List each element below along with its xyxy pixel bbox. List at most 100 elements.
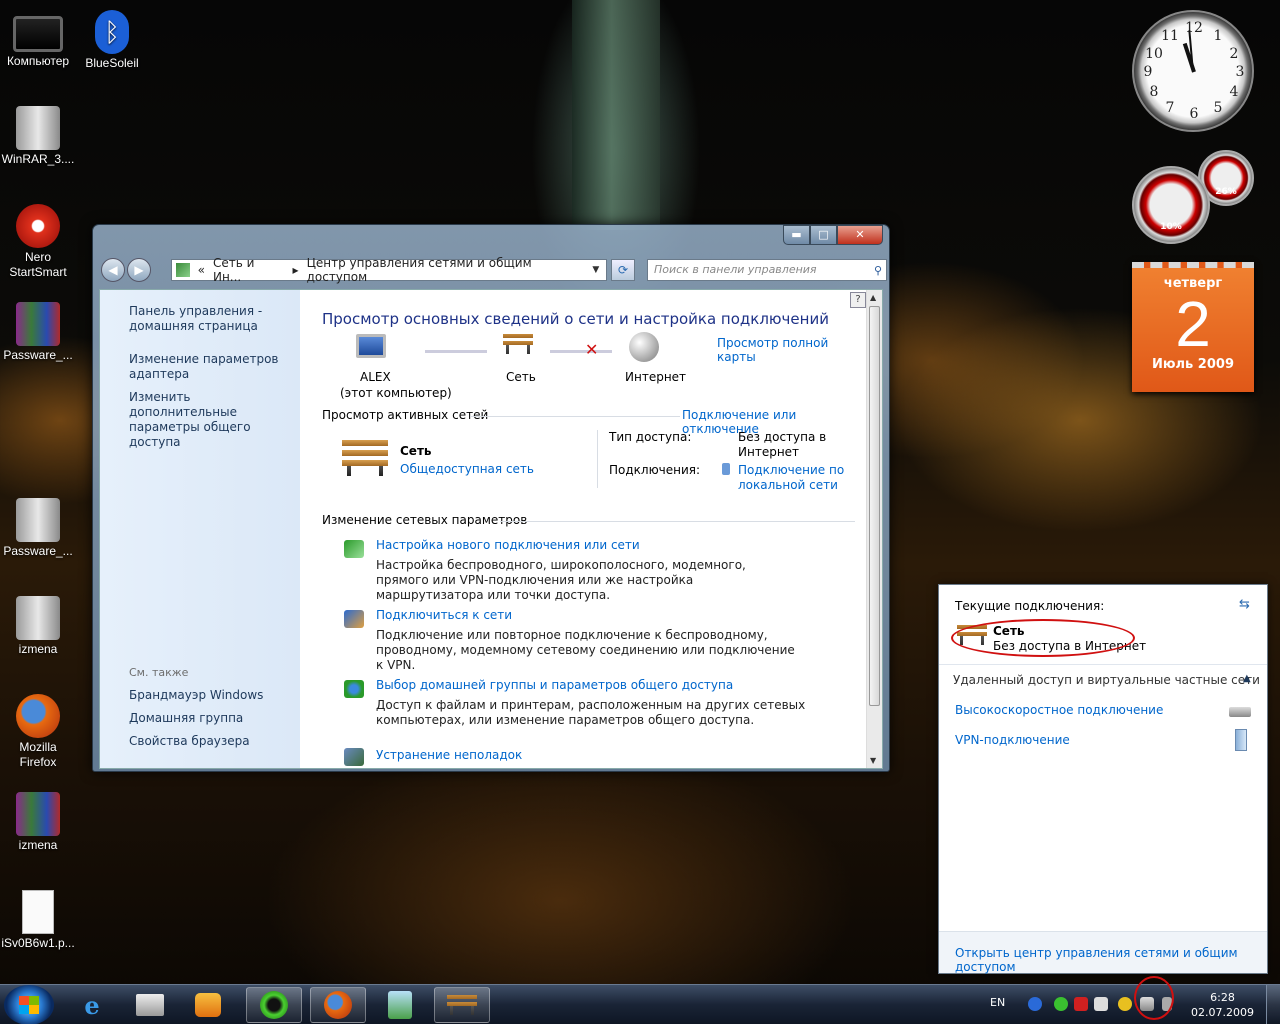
firefox-icon [324, 991, 352, 1019]
scroll-up-icon[interactable]: ▲ [870, 293, 876, 302]
action-center-flag-icon[interactable] [1094, 997, 1108, 1011]
close-button[interactable]: ✕ [837, 225, 883, 245]
clock-gadget[interactable]: 12 1 2 3 4 5 6 7 8 9 10 11 [1132, 10, 1254, 132]
sidebar: Панель управления - домашняя страница Из… [100, 290, 300, 768]
task-connect-network-link[interactable]: Подключиться к сети [376, 608, 512, 622]
language-indicator[interactable]: EN [990, 996, 1005, 1009]
full-map-link[interactable]: Просмотр полной карты [717, 336, 870, 364]
map-computer-sub: (этот компьютер) [340, 386, 452, 400]
taskbar-network-tool[interactable] [372, 987, 428, 1023]
flyout-broadband-item[interactable]: Высокоскоростное подключение [955, 703, 1163, 717]
network-tool-icon [388, 991, 412, 1019]
desktop-icon-firefox[interactable]: Mozilla Firefox [0, 694, 76, 770]
desktop-icon-izmena-zip[interactable]: izmena [0, 596, 76, 656]
modem-icon [1229, 707, 1251, 717]
sidebar-link-home[interactable]: Панель управления - домашняя страница [129, 304, 294, 334]
search-icon[interactable]: ⚲ [874, 261, 882, 281]
red-annotation-circle [1134, 976, 1174, 1020]
task-new-connection-link[interactable]: Настройка нового подключения или сети [376, 538, 640, 552]
taskbar-firefox[interactable] [310, 987, 366, 1023]
collapse-chevron-icon[interactable]: ▲ [1243, 673, 1251, 684]
homegroup-icon [344, 680, 364, 698]
bluetooth-tray-icon[interactable] [1028, 997, 1042, 1011]
task-description: Доступ к файлам и принтерам, расположенн… [376, 698, 806, 727]
divider [470, 416, 680, 417]
network-bench-icon[interactable] [503, 334, 533, 357]
desktop-icon-file[interactable]: iSv0B6w1.p... [0, 890, 76, 950]
desktop-icon-winrar[interactable]: WinRAR_3.... [0, 106, 76, 166]
clock-time: 6:28 [1210, 991, 1235, 1004]
connect-network-icon [344, 610, 364, 628]
sidebar-link-homegroup[interactable]: Домашняя группа [129, 711, 294, 726]
breadcrumb-separator[interactable]: ▸ [293, 263, 299, 277]
task-troubleshoot-link[interactable]: Устранение неполадок [376, 748, 522, 762]
wireless-tray-icon[interactable] [1118, 997, 1132, 1011]
antivirus-tray-icon[interactable] [1074, 997, 1088, 1011]
breadcrumb-overflow[interactable]: « [198, 263, 205, 277]
forward-button[interactable]: ▶ [127, 258, 151, 282]
network-center-icon [447, 995, 477, 1015]
clock-number: 5 [1213, 100, 1223, 116]
address-bar[interactable]: « Сеть и Ин... ▸ Центр управления сетями… [171, 256, 607, 284]
minimize-button[interactable]: ▬ [783, 225, 810, 245]
taskbar-clock[interactable]: 6:28 02.07.2009 [1191, 990, 1254, 1020]
red-annotation-circle [951, 619, 1135, 657]
refresh-button[interactable]: ⟳ [611, 259, 635, 281]
address-dropdown-icon[interactable]: ▼ [592, 265, 606, 275]
desktop-icon-izmena-rar[interactable]: izmena [0, 792, 76, 852]
sidebar-link-firewall[interactable]: Брандмауэр Windows [129, 688, 294, 703]
sidebar-link-adapter[interactable]: Изменение параметров адаптера [129, 352, 294, 382]
firefox-icon [16, 694, 60, 738]
search-input[interactable]: Поиск в панели управления ⚲ [647, 259, 887, 281]
flyout-vpn-item[interactable]: VPN-подключение [955, 733, 1070, 747]
start-button[interactable] [4, 985, 54, 1024]
new-connection-icon [344, 540, 364, 558]
breadcrumb-item[interactable]: Центр управления сетями и общим доступом [307, 256, 589, 284]
help-icon[interactable]: ? [850, 292, 866, 308]
taskbar-media-player[interactable] [180, 987, 236, 1023]
calendar-gadget[interactable]: четверг 2 Июль 2009 [1132, 262, 1254, 392]
desktop-icon-computer[interactable]: Компьютер [0, 10, 76, 68]
taskbar-printer[interactable] [122, 987, 178, 1023]
scroll-down-icon[interactable]: ▼ [870, 756, 876, 765]
desktop-icon-bluesoleil[interactable]: ᛒ BlueSoleil [74, 10, 150, 70]
desktop-icon-passware-zip[interactable]: Passware_... [0, 498, 76, 558]
sidebar-link-browser[interactable]: Свойства браузера [129, 734, 294, 749]
show-desktop-button[interactable] [1266, 985, 1280, 1024]
internet-globe-icon[interactable] [629, 332, 659, 362]
clock-number: 4 [1229, 84, 1239, 100]
taskbar: e EN 6:28 02.07.2009 [0, 984, 1280, 1024]
taskbar-ie[interactable]: e [64, 987, 120, 1023]
network-flyout: Текущие подключения: ⇆ Сеть Без доступа … [938, 584, 1268, 974]
file-icon [22, 890, 54, 934]
zip-folder-icon [16, 596, 60, 640]
taskbar-network-center[interactable] [434, 987, 490, 1023]
page-title: Просмотр основных сведений о сети и наст… [322, 310, 829, 328]
sidebar-link-sharing[interactable]: Изменить дополнительные параметры общего… [129, 390, 294, 450]
desktop-icon-label: BlueSoleil [85, 56, 139, 70]
desktop-icon-nero[interactable]: Nero StartSmart [0, 204, 76, 280]
desktop-icon-passware-rar[interactable]: Passware_... [0, 302, 76, 362]
taskbar-spider[interactable] [246, 987, 302, 1023]
printer-icon [136, 994, 164, 1016]
nvidia-tray-icon[interactable] [1054, 997, 1068, 1011]
network-bench-icon [342, 440, 388, 479]
cpu-meter-gadget[interactable]: 10% [1132, 166, 1210, 244]
task-homegroup-link[interactable]: Выбор домашней группы и параметров общег… [376, 678, 733, 692]
search-placeholder: Поиск в панели управления [654, 263, 817, 276]
open-network-center-link[interactable]: Открыть центр управления сетями и общим … [955, 946, 1267, 974]
active-networks-heading: Просмотр активных сетей [322, 408, 489, 422]
map-internet-name: Интернет [625, 370, 687, 384]
computer-icon [13, 16, 63, 52]
back-button[interactable]: ◀ [101, 258, 125, 282]
maximize-button[interactable]: □ [810, 225, 837, 245]
scroll-thumb[interactable] [869, 306, 880, 706]
refresh-icon[interactable]: ⇆ [1239, 597, 1250, 612]
breadcrumb-item[interactable]: Сеть и Ин... [213, 256, 285, 284]
divider [500, 521, 855, 522]
vertical-scrollbar[interactable]: ▲ ▼ [866, 290, 882, 768]
see-also-heading: См. также [129, 666, 189, 679]
computer-icon[interactable] [356, 334, 386, 358]
lan-connection-link[interactable]: Подключение по локальной сети [738, 463, 848, 493]
network-type-link[interactable]: Общедоступная сеть [400, 462, 534, 476]
